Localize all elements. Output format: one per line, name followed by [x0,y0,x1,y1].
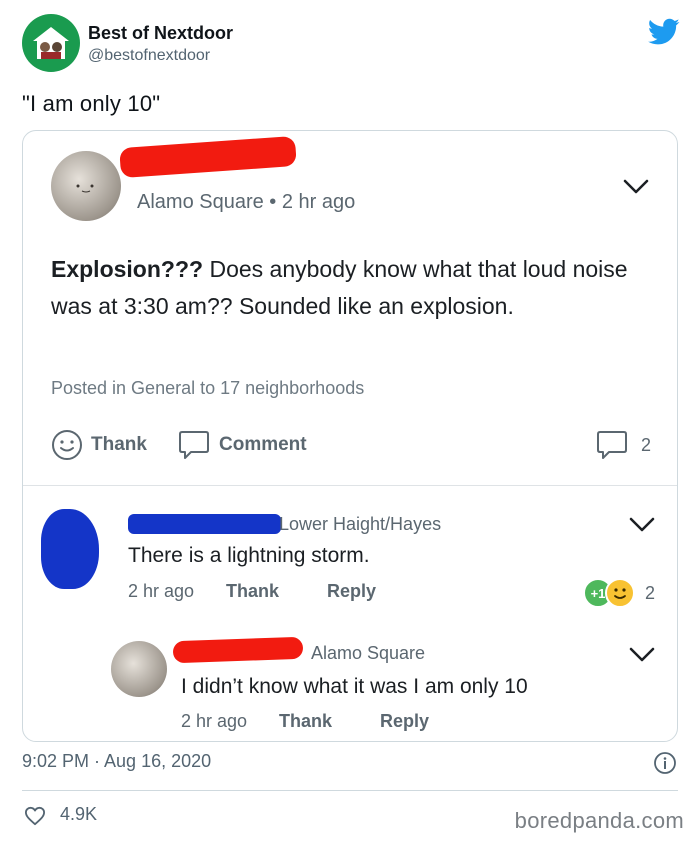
nextdoor-post-screenshot: Alamo Square • 2 hr ago Explosion??? Doe… [22,130,678,742]
comment-count-value: 2 [640,434,651,455]
footer-divider [22,790,678,791]
post-title: Explosion??? [51,256,204,282]
reply-options-chevron-down-icon[interactable] [629,647,655,663]
tweet-timestamp[interactable]: 9:02 PM · Aug 16, 2020 [22,751,211,772]
posted-in: Posted in General to 17 neighborhoods [51,378,365,398]
tweet-text: "I am only 10" [22,91,161,116]
thank-button[interactable]: Thank [51,427,147,463]
heart-icon[interactable] [24,806,46,826]
comment-count[interactable]: 2 [595,427,651,463]
comment-options-chevron-down-icon[interactable] [629,517,655,533]
comment-button[interactable]: Comment [177,427,307,463]
reply-thank-button[interactable]: Thank [279,711,332,732]
reply-time: 2 hr ago [181,711,248,731]
comment-count-bubble-icon [596,431,627,459]
reaction-count: 2 [645,583,656,603]
post-location-time: Alamo Square • 2 hr ago [137,191,356,213]
divider [23,485,677,486]
comment-location: Lower Haight/Hayes [279,514,442,534]
watermark: boredpanda.com [514,808,684,833]
like-count: 4.9K [60,804,98,824]
redacted-poster-name [119,135,297,179]
smiley-icon [52,430,82,460]
comment-time: 2 hr ago [128,581,195,601]
author-name[interactable]: Best of Nextdoor [88,23,233,44]
author-handle[interactable]: @bestofnextdoor [88,47,210,65]
house-logo-icon [33,27,69,59]
redacted-reply-author-name [172,636,304,664]
comment-bubble-icon [179,431,209,459]
author-avatar[interactable] [22,14,80,72]
comment-reply-button[interactable]: Reply [327,581,376,602]
thank-label: Thank [91,434,147,455]
redacted-commenter-name [128,514,281,534]
smiley-reaction-icon [605,578,635,608]
reply-location: Alamo Square [311,643,426,663]
comment-reactions[interactable]: +1 2 [583,578,663,608]
commenter-avatar-redacted [41,509,99,589]
reply-author-avatar [111,641,167,697]
tweet-header: Best of Nextdoor @bestofnextdoor [22,14,682,78]
comment-text: There is a lightning storm. [128,544,370,567]
post-actions: Thank Comment 2 [51,427,651,463]
post-body: Explosion??? Does anybody know what that… [51,251,661,325]
comment-label: Comment [219,434,307,455]
info-icon[interactable] [653,751,677,775]
face-icon [76,184,94,193]
post-options-chevron-down-icon[interactable] [623,179,649,195]
twitter-bird-icon[interactable] [648,18,680,46]
reply-reply-button[interactable]: Reply [380,711,429,732]
reply-text: I didn’t know what it was I am only 10 [181,675,528,698]
comment-thank-button[interactable]: Thank [226,581,279,602]
poster-avatar [51,151,121,221]
